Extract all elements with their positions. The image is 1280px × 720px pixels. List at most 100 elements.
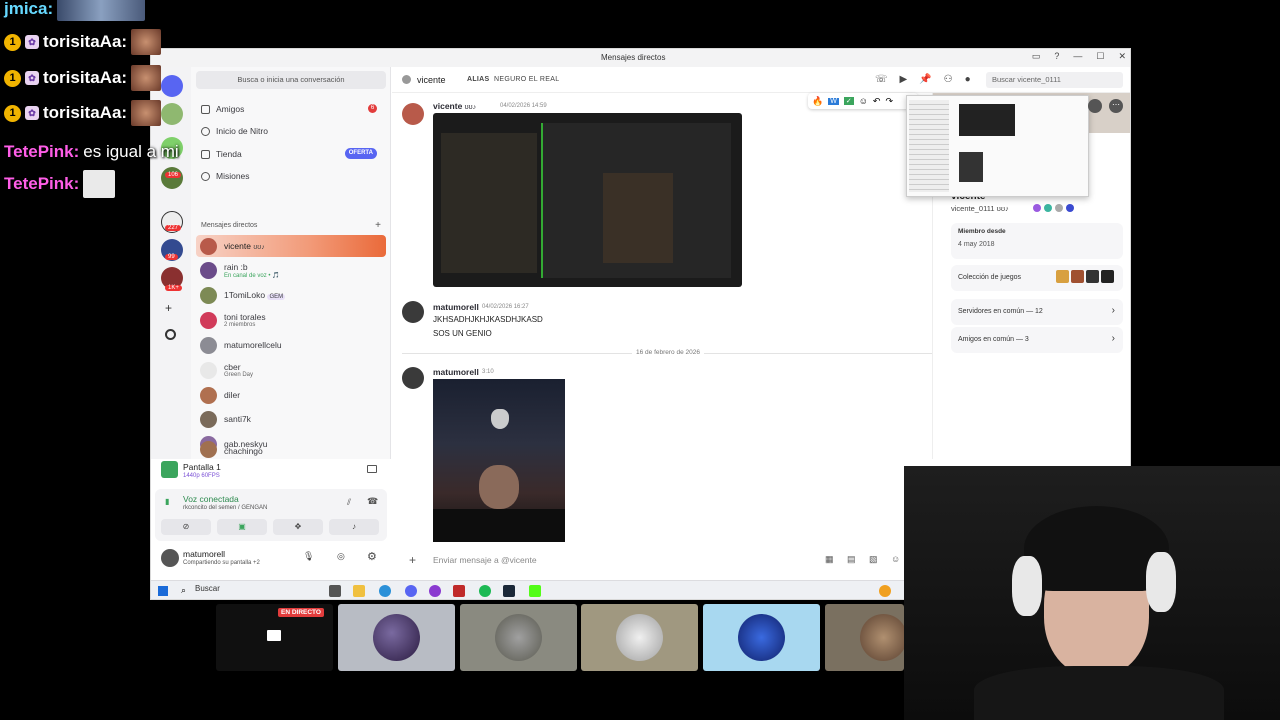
inbox-icon[interactable]: ▭ — [1032, 51, 1041, 62]
user-profile-icon[interactable]: ● — [965, 74, 971, 85]
mutual-friends-label: Amigos en común — 3 — [958, 336, 1029, 343]
add-friends-icon[interactable]: ⚇ — [944, 74, 953, 85]
dm-item[interactable]: 1TomiLoko GEM — [196, 284, 386, 306]
reply-icon[interactable]: ↶ — [873, 96, 881, 107]
chat-line: TetePink: es igual a mi — [4, 140, 179, 164]
forward-icon[interactable]: ↷ — [885, 96, 893, 107]
close-icon[interactable]: ✕ — [1118, 51, 1126, 62]
create-dm-icon[interactable]: + — [375, 220, 381, 231]
dm-item[interactable]: matumorellcelu — [196, 334, 386, 356]
rail-badge: 99 — [165, 254, 178, 260]
nav-shop[interactable]: Tienda OFERTA — [201, 144, 383, 164]
voice-channel[interactable]: rkconcito del semen / GENGAN — [183, 505, 267, 511]
minimize-icon[interactable]: — — [1073, 51, 1082, 62]
tab-alias[interactable]: ALIAS — [467, 76, 490, 83]
task-view-icon[interactable] — [329, 585, 341, 597]
video-call-icon[interactable]: ▶ — [900, 74, 908, 85]
server-icon[interactable] — [161, 103, 183, 125]
message-image-photo[interactable] — [433, 379, 565, 542]
headphones-icon[interactable]: ◎ — [337, 551, 345, 562]
sticker-icon[interactable]: ▧ — [869, 554, 878, 565]
mutual-servers-row[interactable]: Servidores en común — 12 › — [951, 299, 1123, 325]
avatar[interactable] — [161, 549, 179, 567]
dm-search-input[interactable]: Buscar vicente_0111 — [986, 72, 1123, 88]
attach-icon[interactable]: + — [409, 553, 416, 567]
game-collection-card[interactable]: Colección de juegos — [951, 265, 1123, 291]
edge-icon[interactable] — [379, 585, 391, 597]
kick-icon[interactable] — [529, 585, 541, 597]
voice-call-icon[interactable]: ☏ — [875, 74, 888, 85]
disconnect-icon[interactable]: ☎ — [367, 496, 378, 507]
dm-item[interactable]: santi7k — [196, 408, 386, 430]
screen-share-button[interactable]: ▣ — [217, 519, 267, 535]
windows-start-icon[interactable] — [158, 586, 168, 596]
dm-name: vicente ʊʊ♪ — [224, 241, 265, 251]
app-icon[interactable] — [453, 585, 465, 597]
dm-item[interactable]: cber Green Day — [196, 359, 386, 381]
nav-quests[interactable]: Misiones — [201, 166, 383, 186]
noise-suppression-icon[interactable]: ⫽ — [347, 497, 351, 508]
taskbar-search[interactable]: Buscar — [195, 584, 220, 593]
message-author[interactable]: matumorell — [433, 302, 479, 312]
camera-button[interactable]: ⊘ — [161, 519, 211, 535]
nav-nitro[interactable]: Inicio de Nitro — [201, 121, 383, 141]
screen-share-preview[interactable] — [906, 95, 1089, 197]
dm-item[interactable]: toni torales 2 miembros — [196, 309, 386, 331]
message-author[interactable]: vicente ʊʊ♪ — [433, 101, 476, 111]
emote-image — [57, 0, 146, 21]
fire-emoji-icon[interactable]: 🔥 — [812, 96, 823, 107]
message-author[interactable]: matumorell — [433, 367, 479, 377]
server-icon[interactable] — [161, 167, 183, 189]
mutual-friends-row[interactable]: Amigos en común — 3 › — [951, 327, 1123, 353]
preview-thumbnail — [959, 152, 983, 182]
add-server-icon[interactable]: + — [165, 301, 172, 315]
dm-item-vicente[interactable]: vicente ʊʊ♪ — [196, 235, 386, 257]
message-input[interactable]: Enviar mensaje a @vicente — [433, 555, 537, 565]
participant-tile[interactable] — [338, 604, 455, 671]
weather-icon[interactable] — [879, 585, 891, 597]
participant-tile[interactable] — [460, 604, 577, 671]
voice-status[interactable]: Voz conectada — [183, 494, 239, 504]
app-icon[interactable] — [429, 585, 441, 597]
participant-tile-stream[interactable]: EN DIRECTO — [216, 604, 333, 671]
discord-icon[interactable] — [405, 585, 417, 597]
profile-avatar[interactable] — [1088, 99, 1102, 113]
participant-tile[interactable] — [825, 604, 904, 671]
add-reaction-icon[interactable]: ☺ — [859, 96, 868, 106]
help-icon[interactable]: ? — [1054, 51, 1059, 62]
avatar[interactable] — [402, 367, 424, 389]
check-emoji-icon[interactable]: ✓ — [843, 97, 854, 105]
server-icon[interactable] — [161, 75, 183, 97]
gif-icon[interactable]: ▤ — [847, 554, 856, 565]
user-status: Compartiendo su pantalla +2 — [183, 560, 260, 566]
microphone-icon[interactable]: 🎙 — [303, 551, 314, 562]
w-emoji-icon[interactable]: W — [828, 97, 839, 105]
dm-item[interactable]: chachingo — [196, 440, 386, 459]
emoji-icon[interactable]: ☺ — [891, 554, 900, 564]
explore-icon[interactable] — [165, 329, 176, 340]
settings-gear-icon[interactable]: ⚙ — [367, 550, 377, 563]
stop-stream-icon[interactable] — [367, 465, 377, 473]
dm-item[interactable]: rain :b En canal de voz • 🎵 — [196, 259, 386, 281]
nav-friends[interactable]: Amigos 6 — [201, 99, 383, 119]
maximize-icon[interactable]: ☐ — [1096, 51, 1104, 62]
file-explorer-icon[interactable] — [353, 585, 365, 597]
message-image-screenshot[interactable] — [433, 113, 742, 287]
avatar[interactable] — [402, 301, 424, 323]
activities-button[interactable]: ✥ — [273, 519, 323, 535]
conversation-search[interactable]: Busca o inicia una conversación — [196, 71, 386, 89]
soundboard-button[interactable]: ♪ — [329, 519, 379, 535]
tab-nickname[interactable]: NEGURO EL REAL — [494, 76, 559, 83]
participant-tile[interactable] — [703, 604, 820, 671]
avatar[interactable] — [402, 103, 424, 125]
participant-tile[interactable] — [581, 604, 698, 671]
spotify-icon[interactable] — [479, 585, 491, 597]
gift-icon[interactable]: ▦ — [825, 554, 834, 565]
steam-icon[interactable] — [503, 585, 515, 597]
dm-item[interactable]: diler — [196, 384, 386, 406]
dm-name: toni torales — [224, 312, 266, 322]
pin-icon[interactable]: 📌 — [919, 74, 931, 85]
chat-user: torisitaAa: — [43, 68, 128, 87]
more-options-icon[interactable]: ⋯ — [1109, 99, 1123, 113]
participant-avatar — [616, 614, 663, 661]
